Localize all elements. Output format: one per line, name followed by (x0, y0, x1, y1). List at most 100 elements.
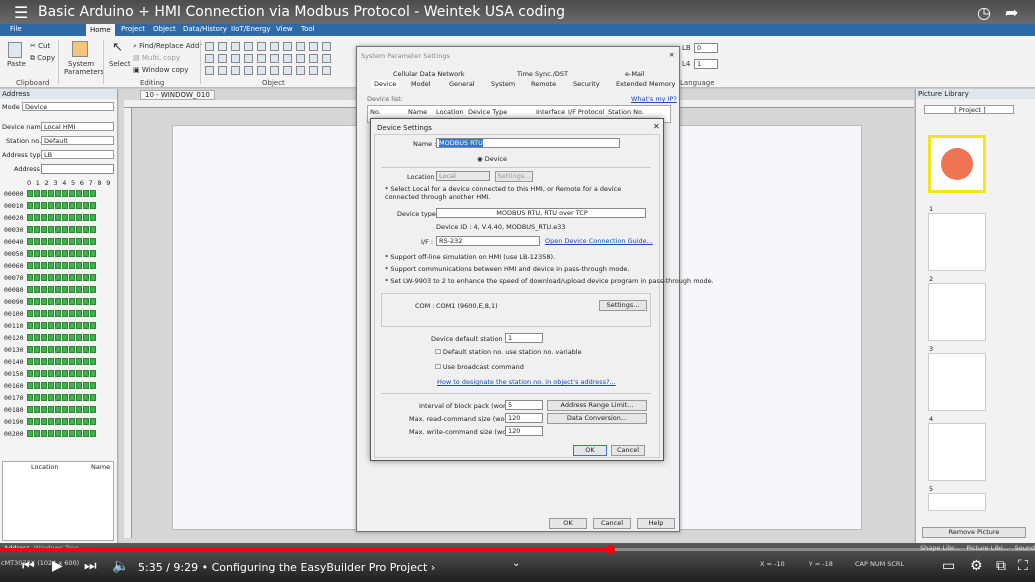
next-icon[interactable]: ⏭ (84, 558, 97, 574)
bit-cell[interactable] (69, 226, 75, 233)
bit-cell[interactable] (83, 418, 89, 425)
bit-cell[interactable] (76, 226, 82, 233)
bit-cell[interactable] (27, 286, 33, 293)
bit-cell[interactable] (55, 298, 61, 305)
tab-general[interactable]: General (449, 80, 475, 88)
bit-cell[interactable] (55, 250, 61, 257)
bit-cell[interactable] (34, 310, 40, 317)
bit-cell[interactable] (27, 298, 33, 305)
bit-cell[interactable] (41, 346, 47, 353)
if-select[interactable]: RS-232 (436, 236, 540, 246)
picture-thumb[interactable] (928, 353, 986, 411)
tab-object[interactable]: Object (153, 25, 176, 33)
bit-cell[interactable] (62, 310, 68, 317)
bit-cell[interactable] (62, 190, 68, 197)
bit-cell[interactable] (90, 370, 96, 377)
bit-cell[interactable] (41, 214, 47, 221)
close-icon[interactable]: ✕ (669, 51, 674, 59)
copy-button[interactable]: ⧉ Copy (30, 54, 55, 63)
bit-cell[interactable] (48, 250, 54, 257)
tab-view[interactable]: View (276, 25, 293, 33)
designate-station-link[interactable]: How to designate the station no. in obje… (437, 378, 616, 386)
bit-cell[interactable] (34, 298, 40, 305)
bit-cell[interactable] (41, 298, 47, 305)
cancel-button[interactable]: Cancel (593, 518, 631, 529)
default-station-checkbox[interactable]: ☐ Default station no. use station no. va… (435, 348, 582, 356)
bit-cell[interactable] (83, 370, 89, 377)
lb-spinner[interactable]: 0 (694, 43, 718, 53)
bit-cell[interactable] (76, 406, 82, 413)
bit-cell[interactable] (34, 226, 40, 233)
bit-cell[interactable] (41, 418, 47, 425)
bit-cell[interactable] (90, 286, 96, 293)
bit-cell[interactable] (83, 358, 89, 365)
object-icon[interactable] (244, 42, 253, 51)
bit-cell[interactable] (62, 418, 68, 425)
object-icon[interactable] (283, 42, 292, 51)
object-icon[interactable] (309, 42, 318, 51)
object-icon[interactable] (322, 54, 331, 63)
bit-cell[interactable] (48, 286, 54, 293)
object-icon[interactable] (244, 54, 253, 63)
picture-thumb[interactable] (928, 283, 986, 341)
bit-cell[interactable] (41, 322, 47, 329)
bit-cell[interactable] (62, 202, 68, 209)
object-icon[interactable] (205, 42, 214, 51)
object-icon[interactable] (231, 66, 240, 75)
bit-cell[interactable] (34, 346, 40, 353)
object-icon[interactable] (296, 54, 305, 63)
bit-cell[interactable] (41, 226, 47, 233)
bit-cell[interactable] (69, 394, 75, 401)
bit-cell[interactable] (62, 382, 68, 389)
bit-cell[interactable] (27, 382, 33, 389)
bit-cell[interactable] (69, 334, 75, 341)
ok-button[interactable]: OK (573, 445, 607, 456)
bit-cell[interactable] (90, 358, 96, 365)
bit-cell[interactable] (76, 250, 82, 257)
object-icon[interactable] (218, 54, 227, 63)
bit-cell[interactable] (76, 322, 82, 329)
bit-cell[interactable] (34, 286, 40, 293)
tab-project[interactable]: Project (121, 25, 145, 33)
bit-cell[interactable] (27, 262, 33, 269)
bit-cell[interactable] (62, 214, 68, 221)
bit-cell[interactable] (55, 334, 61, 341)
device-type-select[interactable]: MODBUS RTU, RTU over TCP (436, 208, 646, 218)
object-icon[interactable] (309, 54, 318, 63)
bit-cell[interactable] (62, 274, 68, 281)
bit-cell[interactable] (41, 274, 47, 281)
object-icon[interactable] (218, 42, 227, 51)
bit-cell[interactable] (41, 382, 47, 389)
address-range-limit-button[interactable]: Address Range Limit... (547, 400, 647, 411)
bit-cell[interactable] (27, 358, 33, 365)
name-input[interactable]: MODBUS RTU (436, 138, 620, 148)
object-icon[interactable] (283, 66, 292, 75)
bit-cell[interactable] (41, 430, 47, 437)
object-icon[interactable] (257, 42, 266, 51)
bit-cell[interactable] (27, 322, 33, 329)
system-parameters-button[interactable]: System Parameters (64, 60, 104, 76)
bit-cell[interactable] (83, 334, 89, 341)
bit-cell[interactable] (76, 298, 82, 305)
mode-select[interactable]: Device (22, 102, 114, 111)
bit-cell[interactable] (83, 298, 89, 305)
bit-cell[interactable] (48, 346, 54, 353)
bit-cell[interactable] (34, 334, 40, 341)
bit-cell[interactable] (69, 298, 75, 305)
bit-cell[interactable] (48, 214, 54, 221)
bit-cell[interactable] (34, 190, 40, 197)
bit-cell[interactable] (69, 238, 75, 245)
remove-picture-button[interactable]: Remove Picture (922, 527, 1026, 538)
tab-iiot-energy[interactable]: IIoT/Energy (231, 25, 271, 33)
location-settings-button[interactable]: Settings... (495, 171, 533, 182)
bit-cell[interactable] (62, 238, 68, 245)
bit-cell[interactable] (55, 262, 61, 269)
bit-cell[interactable] (69, 346, 75, 353)
bit-cell[interactable] (27, 310, 33, 317)
bit-cell[interactable] (55, 286, 61, 293)
bit-cell[interactable] (34, 418, 40, 425)
object-icon[interactable] (244, 66, 253, 75)
bit-cell[interactable] (76, 430, 82, 437)
system-parameters-icon[interactable] (72, 41, 88, 57)
volume-icon[interactable]: 🔈 (112, 558, 129, 574)
